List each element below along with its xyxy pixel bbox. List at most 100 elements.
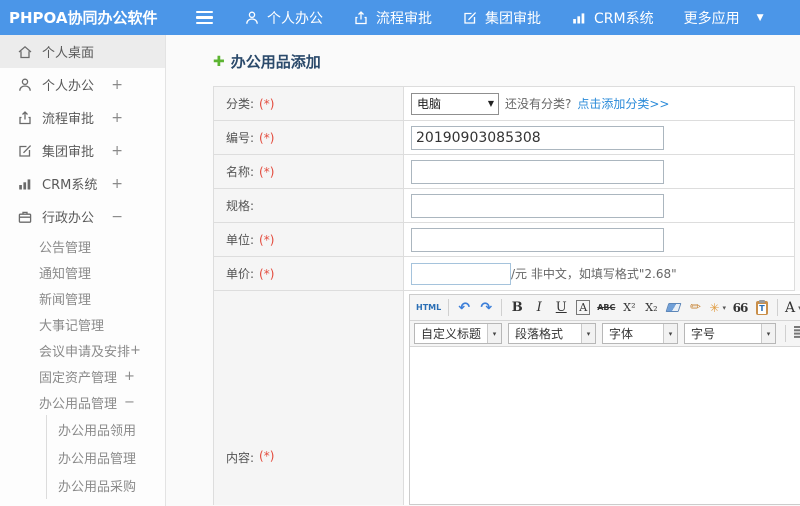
eraser-button[interactable]	[663, 298, 683, 318]
sidebar-item-personal-office[interactable]: 个人办公 +	[0, 68, 165, 101]
required-mark: (*)	[259, 449, 275, 463]
sidebar-item-meeting-request[interactable]: 会议申请及安排 +	[0, 337, 165, 363]
underline-button[interactable]: U	[551, 298, 571, 318]
superscript-button[interactable]: X²	[619, 298, 639, 318]
font-size-dropdown[interactable]: 字号 ▾	[684, 323, 776, 344]
sidebar-item-crm-system[interactable]: CRM系统 +	[0, 167, 165, 200]
spec-label: 规格:	[226, 199, 255, 213]
category-select-value: 电脑	[417, 97, 442, 111]
font-family-dropdown[interactable]: 字体 ▾	[602, 323, 678, 344]
strikethrough-icon: ABC	[597, 303, 616, 312]
toolbar-separator	[776, 299, 778, 316]
nav-personal-office[interactable]: 个人办公	[244, 8, 323, 28]
font-color-icon: A	[784, 299, 796, 316]
source-code-button[interactable]: HTML	[414, 298, 443, 318]
underline-icon: U	[555, 300, 567, 315]
form-row-price: 单价: (*) /元 非中文，如填写格式"2.68"	[214, 257, 794, 291]
code-input[interactable]	[411, 125, 664, 150]
nav-label: 集团审批	[485, 10, 541, 27]
category-select[interactable]: 电脑 ▼	[411, 92, 499, 115]
sidebar-item-label: 办公用品领用	[58, 423, 137, 439]
price-input[interactable]	[411, 262, 511, 285]
expand-icon[interactable]: +	[124, 369, 135, 384]
price-suffix: /元 非中文，如填写格式"2.68"	[511, 267, 677, 281]
sidebar-item-fixed-assets-mgmt[interactable]: 固定资产管理 +	[0, 363, 165, 389]
collapse-icon[interactable]: −	[111, 209, 123, 225]
share-icon	[17, 110, 33, 126]
unit-label: 单位:	[226, 233, 255, 247]
sidebar-item-supplies-mgmt[interactable]: 办公用品管理	[46, 443, 165, 471]
top-bar: PHPOA协同办公软件 个人办公 流程审批 集团审批 CRM系统 更多应用 ▼	[0, 0, 800, 35]
custom-title-dropdown[interactable]: 自定义标题 ▾	[414, 323, 502, 344]
caret-down-icon: ▾	[487, 324, 501, 343]
expand-icon[interactable]: +	[111, 77, 123, 93]
align-left-button[interactable]	[791, 324, 800, 344]
page-title: 办公用品添加	[230, 53, 321, 71]
paragraph-format-dropdown[interactable]: 段落格式 ▾	[508, 323, 596, 344]
menu-toggle-icon[interactable]	[196, 10, 216, 25]
nav-group-approval[interactable]: 集团审批	[462, 8, 541, 28]
name-input[interactable]	[411, 159, 664, 184]
nav-label: 更多应用	[683, 10, 740, 27]
redo-button[interactable]: ↷	[476, 298, 496, 318]
font-color-button[interactable]: A ▾	[783, 298, 800, 318]
spec-input[interactable]	[411, 193, 664, 218]
sidebar-item-announcement-mgmt[interactable]: 公告管理	[0, 233, 165, 259]
sidebar-item-news-mgmt[interactable]: 新闻管理	[0, 285, 165, 311]
sidebar-item-supplies-purchase[interactable]: 办公用品采购	[46, 471, 165, 499]
caret-down-icon: ▾	[722, 303, 726, 312]
undo-button[interactable]: ↶	[454, 298, 474, 318]
dropdown-label: 自定义标题	[421, 327, 482, 341]
nav-more-apps[interactable]: 更多应用 ▼	[684, 8, 764, 28]
app-window: PHPOA协同办公软件 个人办公 流程审批 集团审批 CRM系统 更多应用 ▼ 个人桌面个…	[0, 0, 800, 506]
font-border-button[interactable]: A	[573, 298, 593, 318]
edit-icon	[462, 10, 478, 26]
sidebar-item-label: 会议申请及安排	[39, 344, 131, 360]
expand-icon[interactable]: +	[111, 143, 123, 159]
superscript-icon: X²	[623, 301, 636, 314]
share-icon	[353, 10, 369, 26]
sidebar-item-label: 流程审批	[42, 112, 95, 127]
content-label: 内容:	[226, 451, 255, 465]
sidebar-item-process-approval[interactable]: 流程审批 +	[0, 101, 165, 134]
bold-button[interactable]: B	[507, 298, 527, 318]
person-icon	[244, 10, 260, 26]
expand-icon[interactable]: +	[130, 343, 141, 358]
italic-button[interactable]: I	[529, 298, 549, 318]
paste-text-button[interactable]: T	[752, 298, 772, 318]
category-label: 分类:	[226, 97, 255, 111]
editor-content-area[interactable]	[410, 347, 800, 504]
nav-process-approval[interactable]: 流程审批	[353, 8, 432, 28]
category-hint: 还没有分类?	[505, 97, 572, 111]
sidebar-item-memorabilia-mgmt[interactable]: 大事记管理	[0, 311, 165, 337]
sidebar-item-label: 个人桌面	[42, 46, 95, 61]
edit-icon	[17, 143, 33, 159]
sidebar-item-admin-office[interactable]: 行政办公 −	[0, 200, 165, 233]
sidebar-item-label: 通知管理	[39, 266, 92, 282]
sidebar-item-group-approval[interactable]: 集团审批 +	[0, 134, 165, 167]
caret-down-icon: ▾	[581, 324, 595, 343]
dropdown-label: 段落格式	[515, 327, 564, 341]
sidebar-item-notice-mgmt[interactable]: 通知管理	[0, 259, 165, 285]
sidebar-item-office-supplies-mgmt[interactable]: 办公用品管理 −	[0, 389, 165, 415]
add-category-link[interactable]: 点击添加分类>>	[577, 95, 669, 112]
expand-icon[interactable]: +	[111, 176, 123, 192]
sidebar-item-supplies-requisition[interactable]: 办公用品领用	[46, 415, 165, 443]
sidebar-item-personal-desktop[interactable]: 个人桌面	[0, 35, 165, 68]
subscript-button[interactable]: X₂	[641, 298, 661, 318]
required-mark: (*)	[259, 96, 275, 111]
strikethrough-button[interactable]: ABC	[595, 298, 617, 318]
auto-typeset-button[interactable]: ✳ ▾	[707, 298, 728, 318]
collapse-icon[interactable]: −	[124, 395, 135, 410]
unit-input[interactable]	[411, 227, 664, 252]
nav-label: CRM系统	[594, 10, 654, 27]
required-mark: (*)	[259, 164, 275, 179]
expand-icon[interactable]: +	[111, 110, 123, 126]
sidebar-item-label: 集团审批	[42, 145, 95, 160]
select-caret-icon: ▼	[487, 99, 494, 108]
sidebar-item-label: 办公用品管理	[58, 451, 137, 467]
blockquote-button[interactable]: 66	[730, 298, 750, 318]
format-painter-button[interactable]: ✏	[685, 298, 705, 318]
nav-crm-system[interactable]: CRM系统	[571, 8, 654, 28]
page-title-row: ✚ 办公用品添加	[213, 51, 800, 72]
